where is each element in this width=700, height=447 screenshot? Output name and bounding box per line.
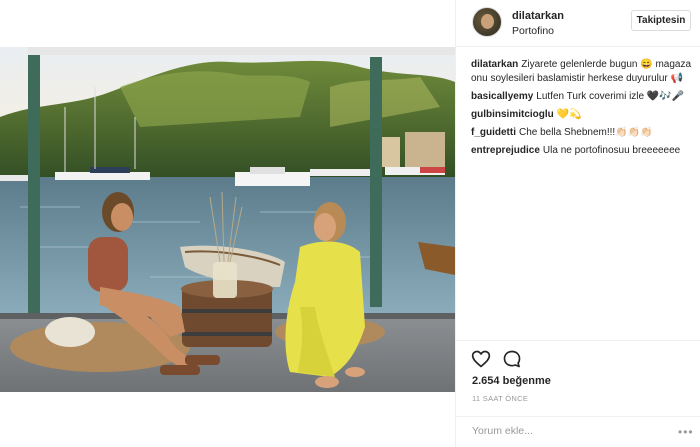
- post-actions: 2.654 beğenme 11 SAAT ÖNCE •••: [456, 340, 700, 447]
- instagram-post: dilatarkan Portofino Takiptesin dilatark…: [0, 0, 700, 447]
- comment-username[interactable]: f_guidetti: [471, 127, 516, 138]
- more-options-icon[interactable]: •••: [678, 425, 694, 439]
- comment-text: 💛💫: [556, 109, 582, 120]
- likes-label: beğenme: [502, 375, 551, 387]
- comment-item: dilatarkan Ziyarete gelenlerde bugun 😄 ma…: [471, 58, 693, 86]
- author-username[interactable]: dilatarkan: [512, 10, 564, 22]
- comment-username[interactable]: entreprejudice: [471, 145, 540, 156]
- comment-icon[interactable]: [502, 349, 522, 369]
- likes-number: 2.654: [472, 375, 500, 387]
- comment-item: entreprejudice Ula ne portofinosuu breeee…: [471, 144, 693, 158]
- add-comment-input[interactable]: [472, 425, 672, 437]
- comment-text: Che bella Shebnem!!!👏🏻👏🏻👏🏻: [519, 127, 653, 138]
- following-button[interactable]: Takiptesin: [631, 10, 691, 31]
- likes-count[interactable]: 2.654 beğenme: [472, 375, 551, 387]
- comment-item: gulbinsimitcioglu 💛💫: [471, 108, 693, 122]
- post-sidebar: dilatarkan Portofino Takiptesin dilatark…: [455, 0, 700, 447]
- comment-item: f_guidetti Che bella Shebnem!!!👏🏻👏🏻👏🏻: [471, 126, 693, 140]
- comment-username[interactable]: gulbinsimitcioglu: [471, 109, 554, 120]
- post-header: dilatarkan Portofino Takiptesin: [456, 0, 700, 47]
- post-photo-image: [0, 47, 455, 392]
- comment-item: basicallyemy Lutfen Turk coverimi izle 🖤🎶…: [471, 90, 693, 104]
- comment-text: Lutfen Turk coverimi izle 🖤🎶🎤: [536, 91, 685, 102]
- author-avatar[interactable]: [472, 7, 502, 37]
- heart-icon[interactable]: [471, 349, 491, 369]
- post-timestamp: 11 SAAT ÖNCE: [472, 394, 529, 403]
- post-photo[interactable]: [0, 47, 455, 392]
- comments-list: dilatarkan Ziyarete gelenlerde bugun 😄 ma…: [471, 58, 693, 162]
- comment-username[interactable]: basicallyemy: [471, 91, 533, 102]
- post-location[interactable]: Portofino: [512, 25, 554, 37]
- add-comment-bar: •••: [456, 416, 700, 447]
- comment-text: Ula ne portofinosuu breeeeeee: [542, 145, 681, 156]
- comment-username[interactable]: dilatarkan: [471, 59, 518, 70]
